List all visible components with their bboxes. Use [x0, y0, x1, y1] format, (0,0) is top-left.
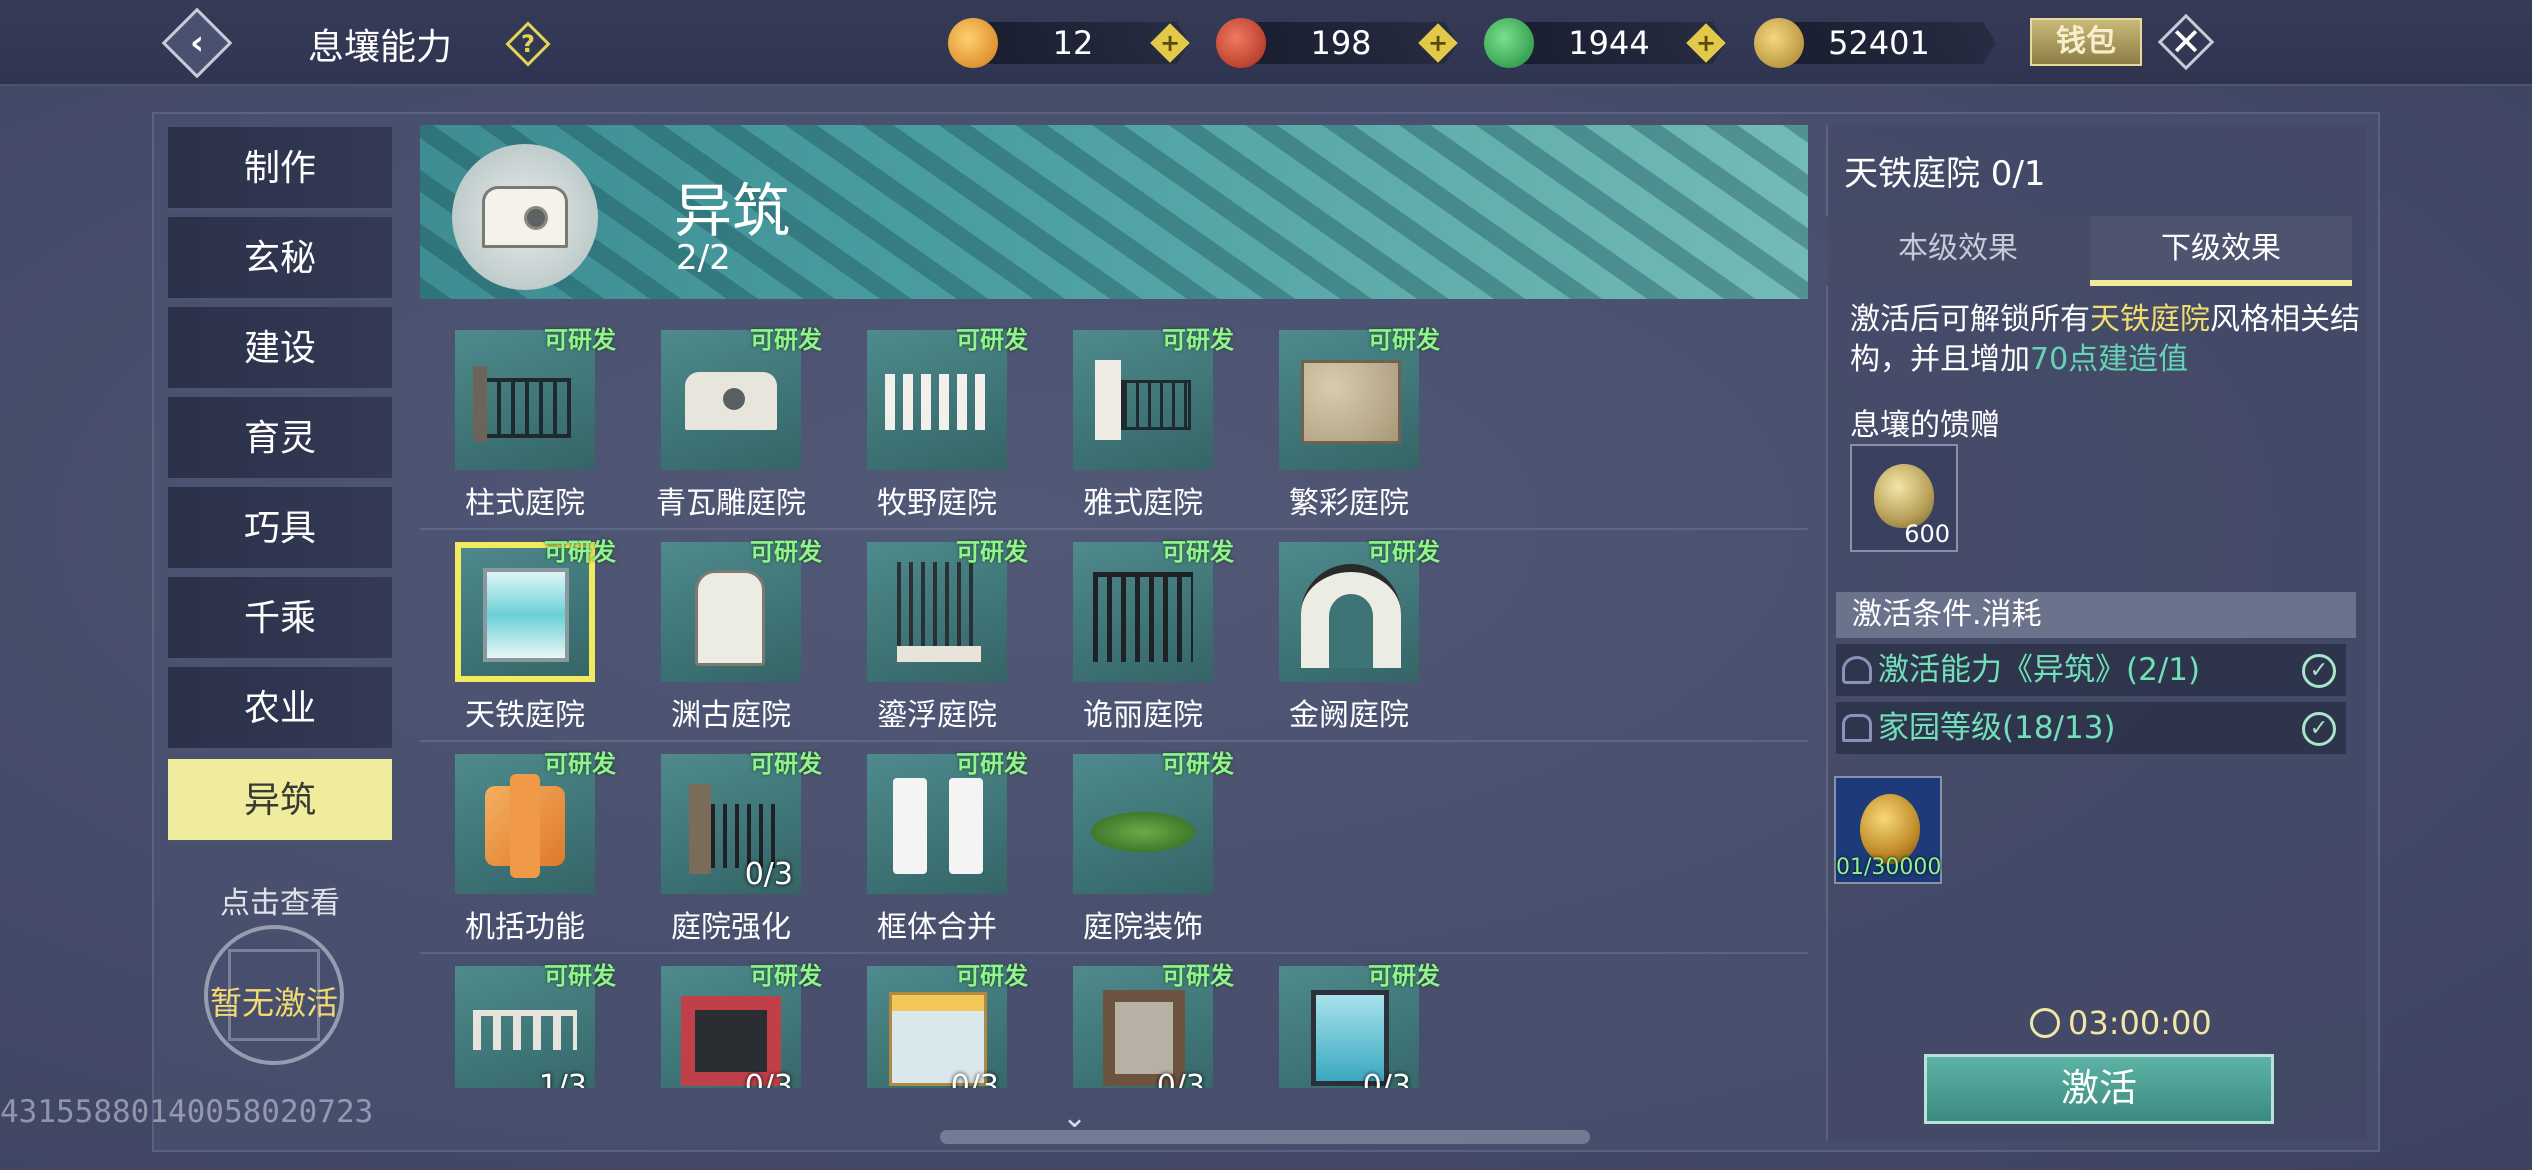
grid-item[interactable]: 可研发 天铁庭院 — [420, 530, 620, 733]
ability-icon — [1842, 656, 1872, 684]
close-button[interactable]: ✕ — [2156, 12, 2216, 72]
category-banner — [420, 125, 1808, 299]
add-currency-button[interactable]: + — [1418, 23, 1458, 63]
currency-value: 12 — [1052, 24, 1094, 62]
close-icon: ✕ — [2170, 20, 2202, 64]
sidebar-item-zhizuo[interactable]: 制作 — [168, 127, 392, 211]
tab-current-effect[interactable]: 本级效果 — [1826, 216, 2090, 286]
grid-item[interactable]: 可研发 庭院装饰 — [1038, 742, 1238, 945]
highlight-style: 天铁庭院 — [2090, 302, 2210, 337]
gold-shell-icon — [1860, 794, 1920, 864]
grid-item[interactable]: 可研发 机括功能 — [420, 742, 620, 945]
grid-item[interactable]: 1/3 可研发 — [420, 954, 620, 1088]
gift-label: 息壤的馈赠 — [1850, 408, 2000, 443]
grid-item[interactable]: 可研发 渊古庭院 — [626, 530, 826, 733]
golden-leaf-icon — [1874, 464, 1934, 528]
grid-item[interactable]: 可研发 繁彩庭院 — [1244, 318, 1444, 521]
grid-item[interactable]: 0/3 可研发 — [1244, 954, 1444, 1088]
question-icon: ? — [521, 30, 535, 58]
grid-item[interactable]: 可研发 柱式庭院 — [420, 318, 620, 521]
currency-value: 198 — [1310, 24, 1372, 62]
currency-gold: 52401 — [1754, 18, 2004, 68]
check-icon: ✓ — [2302, 654, 2336, 688]
grid-item[interactable]: 可研发 雅式庭院 — [1038, 318, 1238, 521]
grid-item[interactable]: 可研发 金阙庭院 — [1244, 530, 1444, 733]
grid-item[interactable]: 可研发 诡丽庭院 — [1038, 530, 1238, 733]
grid-item[interactable]: 0/3 可研发 — [1038, 954, 1238, 1088]
jade-ring-icon — [1484, 18, 1534, 68]
grid-item[interactable]: 0/3 可研发 庭院强化 — [626, 742, 826, 945]
grid-item[interactable]: 0/3 可研发 — [626, 954, 826, 1088]
grid-item[interactable]: 可研发 牧野庭院 — [832, 318, 1032, 521]
currency-jade: 1944 + — [1484, 18, 1734, 68]
currency-amber: 12 + — [948, 18, 1198, 68]
sidebar-item-xuanmi[interactable]: 玄秘 — [168, 217, 392, 301]
condition-row: 激活能力《异筑》(2/1) ✓ — [1836, 644, 2346, 696]
sidebar-item-jianshe[interactable]: 建设 — [168, 307, 392, 391]
courtyard-wall-icon — [452, 144, 598, 290]
gift-item-slot[interactable]: 600 — [1850, 444, 1958, 552]
tab-next-effect[interactable]: 下级效果 — [2090, 216, 2352, 286]
sidebar-item-yizhu[interactable]: 异筑 — [168, 759, 392, 843]
grid-item[interactable]: 可研发 鎏浮庭院 — [832, 530, 1032, 733]
seal-status: 暂无激活 — [209, 984, 338, 1022]
amber-swirl-icon — [948, 18, 998, 68]
detail-title: 天铁庭院 0/1 — [1844, 154, 2046, 194]
currency-value: 1944 — [1568, 24, 1650, 62]
red-spiral-icon — [1216, 18, 1266, 68]
grid-item[interactable]: 0/3 可研发 — [832, 954, 1032, 1088]
horizontal-scrollbar[interactable] — [940, 1130, 1590, 1144]
effect-description: 激活后可解锁所有天铁庭院风格相关结构，并且增加70点建造值 — [1850, 302, 2360, 377]
cost-item-slot[interactable]: 01/30000 — [1834, 776, 1942, 884]
view-hint: 点击查看 — [220, 886, 340, 921]
item-grid: 可研发 柱式庭院 可研发 青瓦雕庭院 可研发 牧野庭院 可研发 雅式庭院 可研发… — [420, 318, 1808, 1088]
wallet-button[interactable]: 钱包 — [2030, 18, 2142, 66]
grid-item[interactable]: 可研发 框体合并 — [832, 742, 1032, 945]
sidebar-item-yuling[interactable]: 育灵 — [168, 397, 392, 481]
activate-button[interactable]: 激活 — [1924, 1054, 2274, 1124]
gold-shell-icon — [1754, 18, 1804, 68]
sidebar-item-nongye[interactable]: 农业 — [168, 667, 392, 751]
grid-item[interactable]: 可研发 青瓦雕庭院 — [626, 318, 826, 521]
debug-id: 4315588014005802072З — [0, 1094, 374, 1130]
page-title: 息壤能力 — [308, 27, 453, 68]
conditions-header: 激活条件.消耗 — [1836, 592, 2356, 638]
back-button[interactable]: ‹ — [160, 6, 234, 80]
chevron-left-icon: ‹ — [189, 23, 204, 63]
check-icon: ✓ — [2302, 712, 2336, 746]
banner-title: 异筑 — [674, 177, 791, 245]
house-icon — [1842, 714, 1872, 742]
add-currency-button[interactable]: + — [1686, 23, 1726, 63]
currency-red: 198 + — [1216, 18, 1466, 68]
sidebar-item-qiaoju[interactable]: 巧具 — [168, 487, 392, 571]
currency-value: 52401 — [1828, 24, 1930, 62]
sidebar-item-qiansheng[interactable]: 千乘 — [168, 577, 392, 661]
clock-icon — [2030, 1008, 2060, 1038]
highlight-value: 70点建造值 — [2030, 342, 2189, 377]
add-currency-button[interactable]: + — [1150, 23, 1190, 63]
activation-timer: 03:00:00 — [2030, 1004, 2212, 1042]
help-button[interactable]: ? — [505, 21, 551, 67]
condition-row: 家园等级(18/13) ✓ — [1836, 702, 2346, 754]
banner-count: 2/2 — [676, 238, 731, 278]
